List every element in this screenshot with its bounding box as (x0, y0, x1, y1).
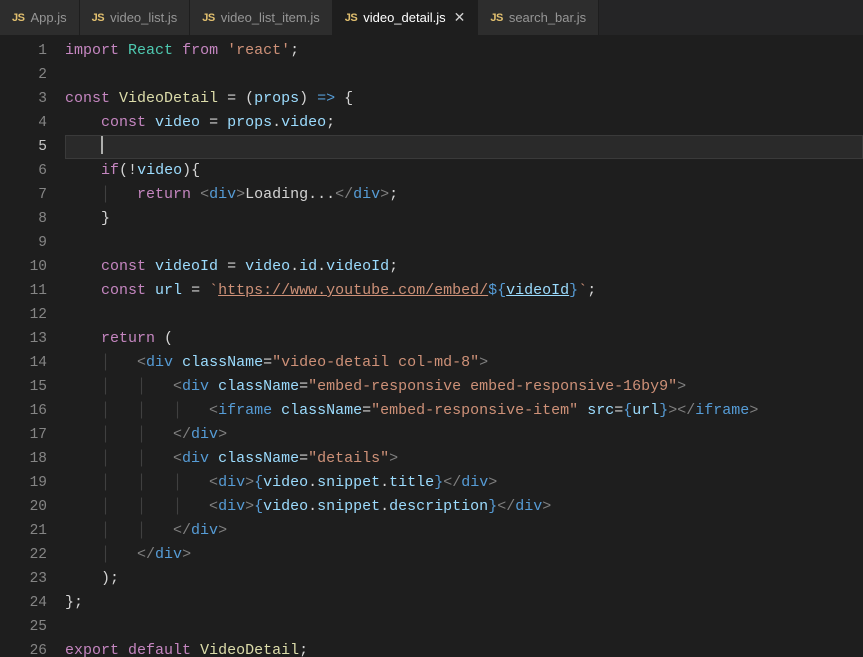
line-number: 18 (0, 447, 65, 471)
tab-label: App.js (30, 10, 66, 25)
line-number: 7 (0, 183, 65, 207)
code-line: │ │ <div className="embed-responsive emb… (65, 375, 863, 399)
line-number: 25 (0, 615, 65, 639)
line-number: 24 (0, 591, 65, 615)
line-number: 17 (0, 423, 65, 447)
tab-video-list-js[interactable]: JS video_list.js (80, 0, 191, 35)
code-line: import React from 'react'; (65, 39, 863, 63)
js-icon: JS (12, 12, 24, 24)
line-number: 16 (0, 399, 65, 423)
line-number: 13 (0, 327, 65, 351)
line-number-gutter: 1 2 3 4 5 6 7 8 9 10 11 12 13 14 15 16 1… (0, 35, 65, 657)
tab-video-detail-js[interactable]: JS video_detail.js ✕ (333, 0, 479, 35)
code-line: if(!video){ (65, 159, 863, 183)
tab-label: search_bar.js (509, 10, 586, 25)
line-number: 12 (0, 303, 65, 327)
code-line: │ <div className="video-detail col-md-8"… (65, 351, 863, 375)
code-line: │ return <div>Loading...</div>; (65, 183, 863, 207)
line-number: 9 (0, 231, 65, 255)
line-number: 26 (0, 639, 65, 657)
code-line-current (65, 135, 863, 159)
line-number: 22 (0, 543, 65, 567)
code-line (65, 615, 863, 639)
code-line: export default VideoDetail; (65, 639, 863, 657)
tab-label: video_list_item.js (221, 10, 320, 25)
js-icon: JS (345, 12, 357, 24)
line-number: 5 (0, 135, 65, 159)
code-line: return ( (65, 327, 863, 351)
code-line: │ │ </div> (65, 519, 863, 543)
close-icon[interactable]: ✕ (454, 9, 466, 26)
code-line: } (65, 207, 863, 231)
line-number: 14 (0, 351, 65, 375)
code-line: │ │ <div className="details"> (65, 447, 863, 471)
code-line: │ │ │ <div>{video.snippet.description}</… (65, 495, 863, 519)
line-number: 6 (0, 159, 65, 183)
text-cursor (101, 136, 103, 154)
code-line: const VideoDetail = (props) => { (65, 87, 863, 111)
tab-label: video_detail.js (363, 10, 445, 25)
tab-search-bar-js[interactable]: JS search_bar.js (478, 0, 599, 35)
line-number: 10 (0, 255, 65, 279)
line-number: 3 (0, 87, 65, 111)
line-number: 4 (0, 111, 65, 135)
line-number: 15 (0, 375, 65, 399)
editor[interactable]: 1 2 3 4 5 6 7 8 9 10 11 12 13 14 15 16 1… (0, 35, 863, 657)
line-number: 8 (0, 207, 65, 231)
code-line: │ │ </div> (65, 423, 863, 447)
js-icon: JS (92, 12, 104, 24)
js-icon: JS (202, 12, 214, 24)
line-number: 1 (0, 39, 65, 63)
code-line: │ │ │ <iframe className="embed-responsiv… (65, 399, 863, 423)
js-icon: JS (490, 12, 502, 24)
line-number: 20 (0, 495, 65, 519)
code-line: ); (65, 567, 863, 591)
code-line (65, 231, 863, 255)
line-number: 23 (0, 567, 65, 591)
code-line: const url = `https://www.youtube.com/emb… (65, 279, 863, 303)
tab-app-js[interactable]: JS App.js (0, 0, 80, 35)
code-line (65, 63, 863, 87)
line-number: 21 (0, 519, 65, 543)
code-line: }; (65, 591, 863, 615)
code-area[interactable]: import React from 'react'; const VideoDe… (65, 35, 863, 657)
line-number: 19 (0, 471, 65, 495)
tab-label: video_list.js (110, 10, 177, 25)
code-line: │ </div> (65, 543, 863, 567)
code-line: const video = props.video; (65, 111, 863, 135)
line-number: 2 (0, 63, 65, 87)
code-line: const videoId = video.id.videoId; (65, 255, 863, 279)
code-line (65, 303, 863, 327)
tab-video-list-item-js[interactable]: JS video_list_item.js (190, 0, 332, 35)
tab-bar: JS App.js JS video_list.js JS video_list… (0, 0, 863, 35)
code-line: │ │ │ <div>{video.snippet.title}</div> (65, 471, 863, 495)
line-number: 11 (0, 279, 65, 303)
